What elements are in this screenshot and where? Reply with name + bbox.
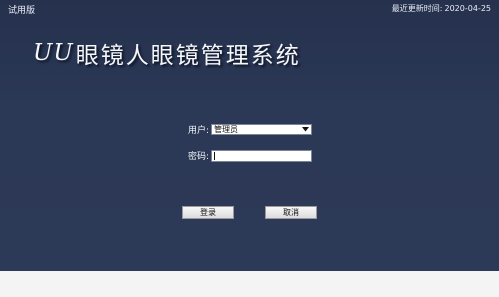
last-update-info: 最近更新时间: 2020-04-25 <box>392 3 491 14</box>
last-update-date: 2020-04-25 <box>444 4 492 13</box>
login-button[interactable]: 登录 <box>182 206 234 219</box>
login-screen: 试用版 最近更新时间: 2020-04-25 UU 眼镜人眼镜管理系统 用户: 管… <box>0 0 499 297</box>
password-input[interactable] <box>211 149 312 162</box>
cancel-button[interactable]: 取消 <box>265 206 317 219</box>
app-name: 眼镜人眼镜管理系统 <box>75 43 301 69</box>
bottom-strip <box>0 271 499 297</box>
user-row: 用户: 管理员 <box>186 123 312 136</box>
text-caret <box>214 151 215 160</box>
last-update-label: 最近更新时间: <box>391 4 443 13</box>
password-label: 密码: <box>187 152 209 162</box>
trial-label: 试用版 <box>8 6 36 16</box>
user-label: 用户: <box>187 126 209 136</box>
user-select[interactable]: 管理员 <box>211 124 312 135</box>
password-row: 密码: <box>186 149 312 162</box>
login-panel: 试用版 最近更新时间: 2020-04-25 UU 眼镜人眼镜管理系统 用户: 管… <box>0 0 499 271</box>
chevron-down-icon[interactable] <box>301 126 310 133</box>
user-select-value: 管理员 <box>214 125 238 134</box>
app-title: UU 眼镜人眼镜管理系统 <box>33 36 301 70</box>
app-brand: UU <box>33 40 74 66</box>
